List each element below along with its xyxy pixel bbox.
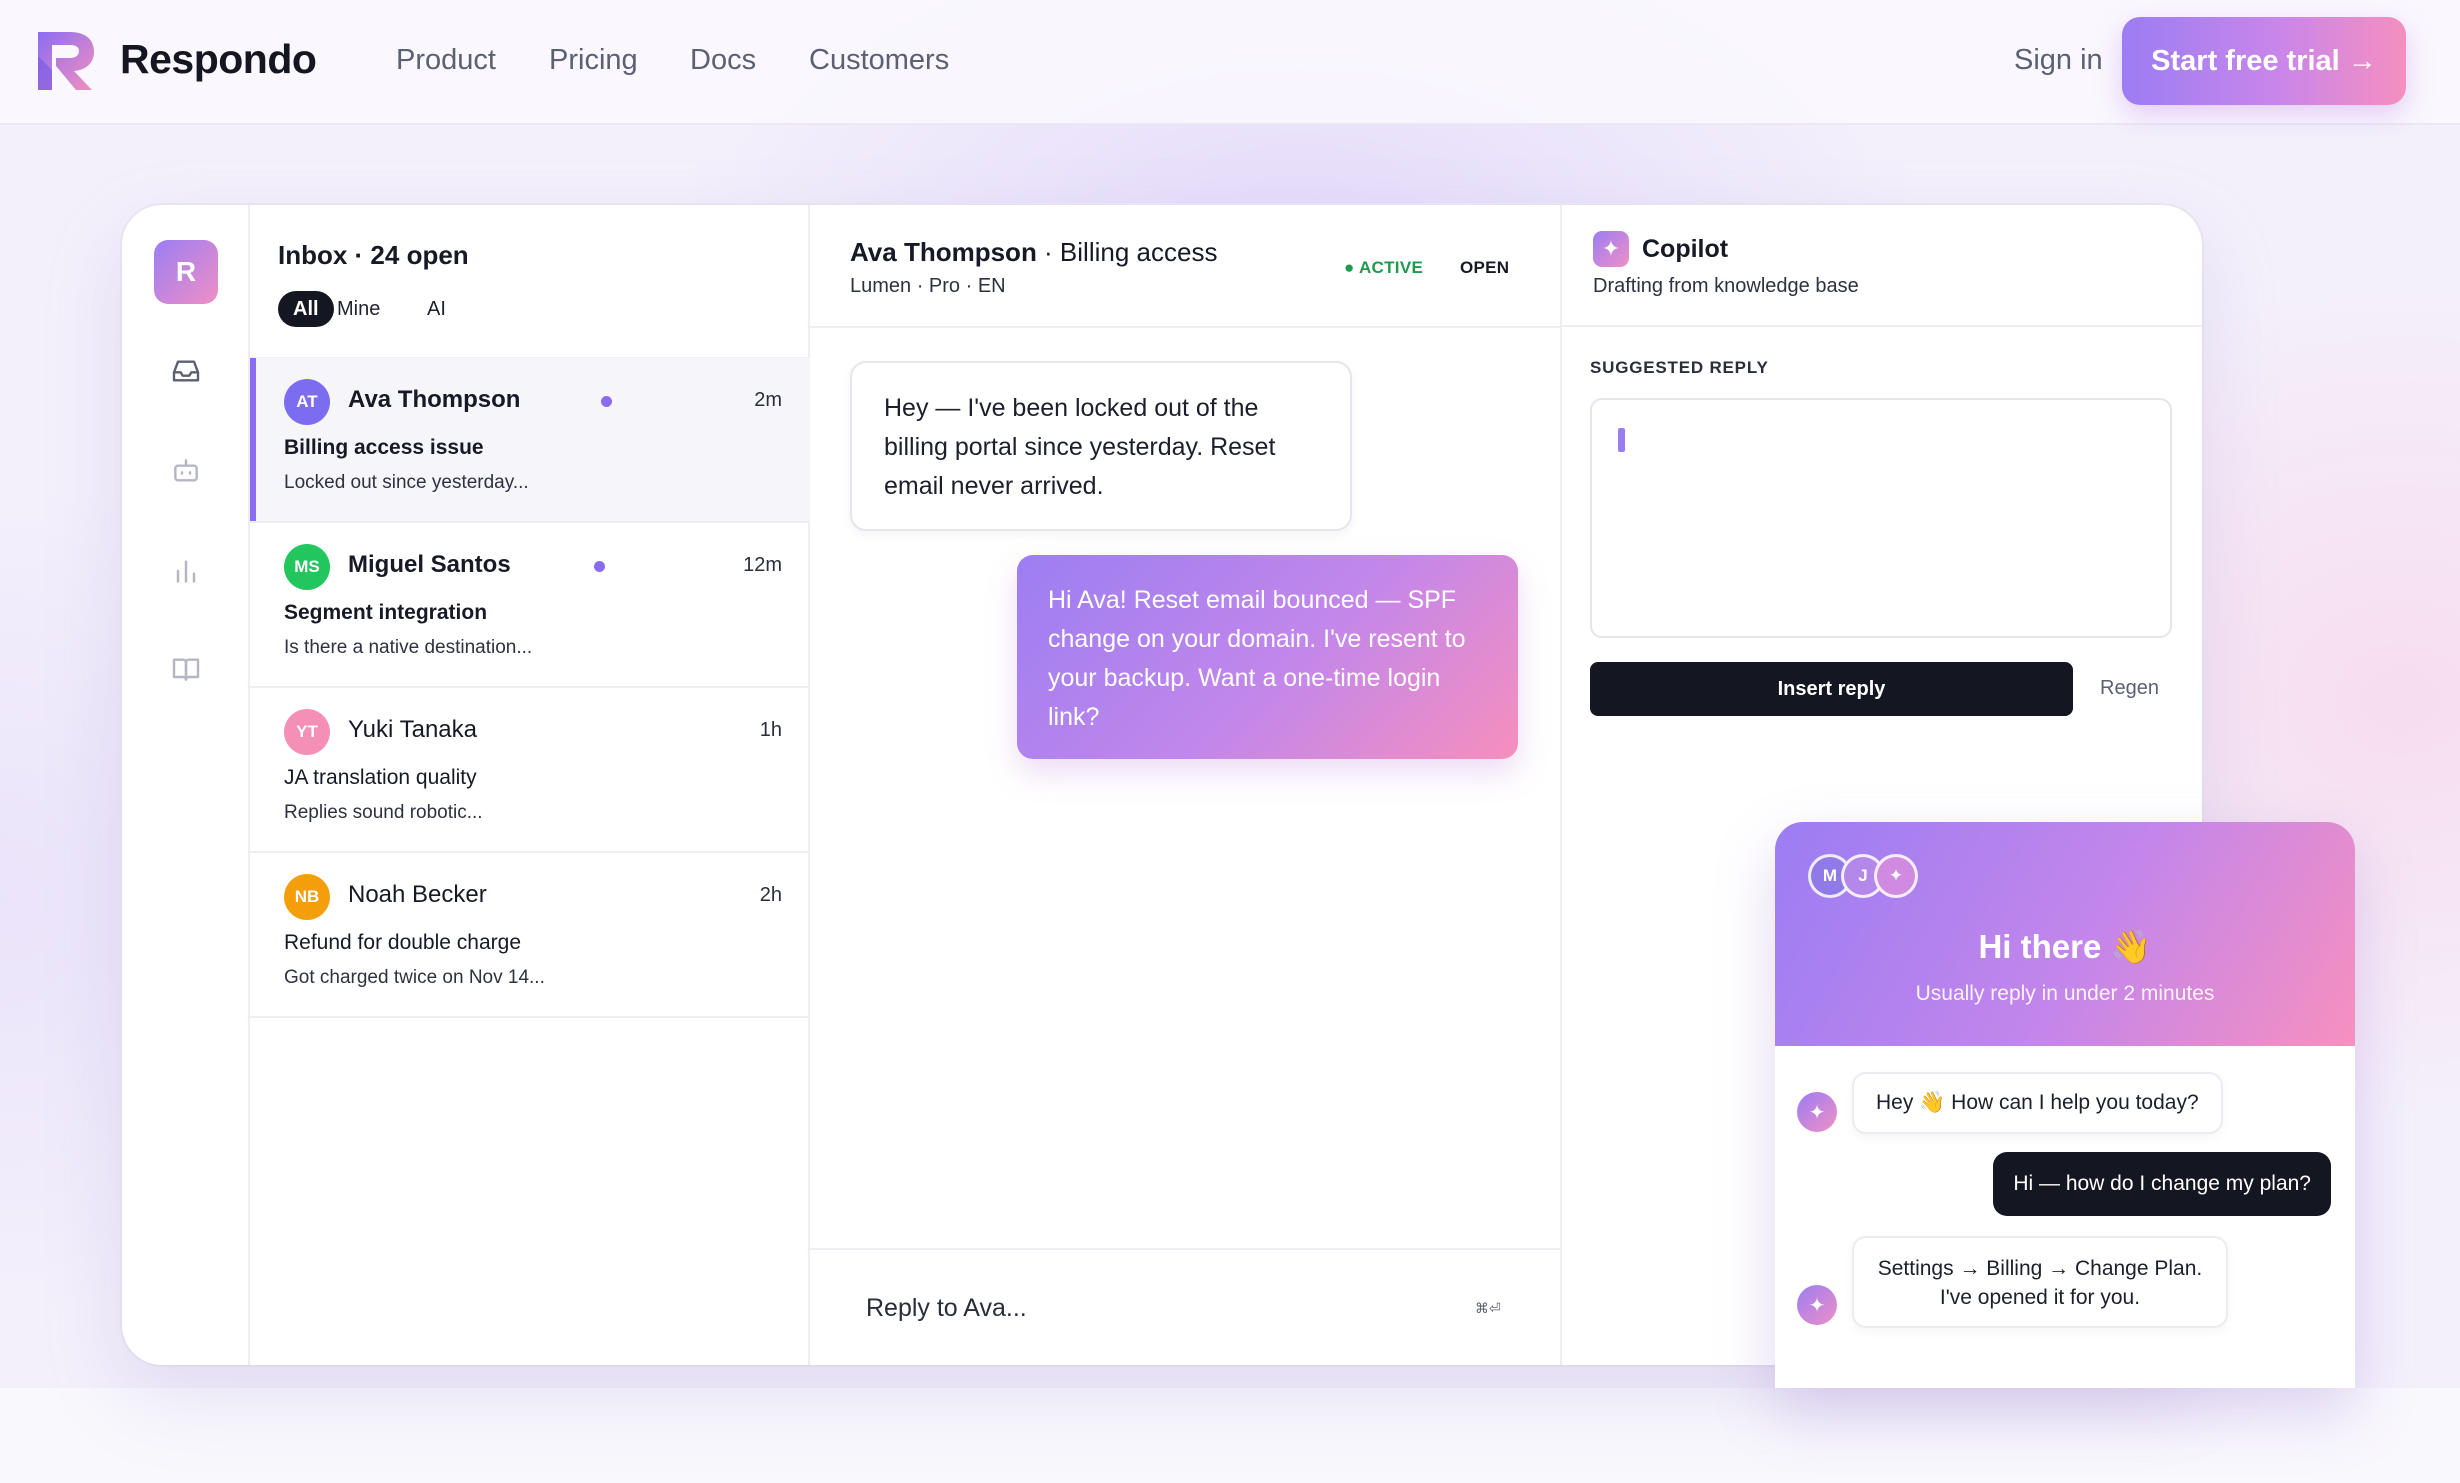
sparkle-icon: ✦ — [1874, 854, 1918, 898]
conversation-item-noah[interactable]: NB Noah Becker 2h Refund for double char… — [250, 853, 810, 1018]
conversation-subject: Segment integration — [284, 601, 488, 624]
thread-meta: Lumen · Pro · EN — [850, 275, 1006, 297]
copilot-header: ✦ Copilot Drafting from knowledge base — [1562, 205, 2202, 327]
sparkle-icon: ✦ — [1797, 1285, 1837, 1325]
suggested-reply-label: SUGGESTED REPLY — [1590, 358, 1769, 377]
status-badge-active: ● ACTIVE — [1344, 258, 1424, 277]
conversation-thread: Ava Thompson · Billing access Lumen · Pr… — [810, 205, 1562, 1365]
unread-indicator — [601, 396, 612, 407]
inbox-panel: Inbox · 24 open All Mine AI AT Ava Thomp… — [250, 205, 810, 1365]
conversation-item-yuki[interactable]: YT Yuki Tanaka 1h JA translation quality… — [250, 688, 810, 853]
avatar: AT — [284, 379, 330, 425]
avatar: NB — [284, 874, 330, 920]
bot-icon[interactable] — [170, 455, 202, 487]
thread-contact: Ava Thompson — [850, 237, 1037, 267]
copilot-title: Copilot — [1642, 235, 1729, 263]
conversation-item-ava[interactable]: AT Ava Thompson 2m Billing access issue … — [250, 358, 810, 523]
conversation-subject: Billing access issue — [284, 436, 484, 459]
book-icon[interactable] — [170, 653, 202, 685]
conversation-preview: Got charged twice on Nov 14... — [284, 967, 545, 988]
sparkle-icon: ✦ — [1797, 1092, 1837, 1132]
brand-logo-icon[interactable] — [34, 26, 102, 94]
unread-indicator — [594, 561, 605, 572]
bot-message: Hey 👋 How can I help you today? — [1852, 1072, 2223, 1134]
top-nav: Respondo Product Pricing Docs Customers … — [0, 0, 2460, 125]
widget-response-time: Usually reply in under 2 minutes — [1915, 982, 2215, 1005]
analytics-icon[interactable] — [170, 555, 202, 587]
timestamp: 2h — [759, 884, 782, 906]
conversation-preview: Locked out since yesterday... — [284, 472, 529, 493]
user-message: Hi — how do I change my plan? — [1993, 1152, 2331, 1216]
regenerate-button[interactable]: Regen — [2100, 677, 2159, 700]
avatar: MS — [284, 544, 330, 590]
sign-in-link[interactable]: Sign in — [2014, 44, 2103, 77]
inbox-title: Inbox · 24 open — [278, 240, 469, 270]
conversation-subject: JA translation quality — [284, 766, 477, 789]
timestamp: 12m — [743, 554, 782, 576]
nav-link-pricing[interactable]: Pricing — [549, 44, 638, 77]
insert-reply-button[interactable]: Insert reply — [1590, 662, 2073, 716]
page-bottom-section — [0, 1388, 2460, 1483]
filter-ai[interactable]: AI — [412, 291, 461, 327]
widget-greeting: Hi there 👋 — [1978, 928, 2152, 965]
timestamp: 2m — [754, 389, 782, 411]
copilot-subtitle: Drafting from knowledge base — [1593, 275, 1859, 297]
brand-name[interactable]: Respondo — [120, 36, 317, 83]
widget-header: M J ✦ Hi there 👋 Usually reply in under … — [1775, 822, 2355, 1046]
contact-name: Noah Becker — [348, 881, 487, 908]
conversation-subject: Refund for double charge — [284, 931, 521, 954]
sparkle-icon: ✦ — [1593, 231, 1629, 267]
avatar: YT — [284, 709, 330, 755]
conversation-preview: Replies sound robotic... — [284, 802, 483, 823]
filter-mine[interactable]: Mine — [322, 291, 395, 327]
chat-widget: M J ✦ Hi there 👋 Usually reply in under … — [1775, 822, 2355, 1388]
conversation-preview: Is there a native destination... — [284, 637, 533, 658]
nav-link-docs[interactable]: Docs — [690, 44, 756, 77]
nav-link-customers[interactable]: Customers — [809, 44, 949, 77]
customer-message: Hey — I've been locked out of the billin… — [850, 361, 1352, 531]
typing-caret — [1618, 428, 1625, 452]
contact-name: Yuki Tanaka — [348, 716, 477, 743]
conversation-item-miguel[interactable]: MS Miguel Santos 12m Segment integration… — [250, 523, 810, 688]
suggested-reply-box[interactable] — [1590, 398, 2172, 638]
bot-message: Settings → Billing → Change Plan. I've o… — [1852, 1236, 2228, 1328]
timestamp: 1h — [759, 719, 782, 741]
thread-header: Ava Thompson · Billing access Lumen · Pr… — [810, 205, 1562, 328]
nav-link-product[interactable]: Product — [396, 44, 496, 77]
thread-title: Ava Thompson · Billing access — [850, 237, 1217, 268]
status-badge-open[interactable]: OPEN — [1460, 258, 1509, 278]
inbox-icon[interactable] — [170, 355, 202, 387]
reply-input[interactable]: Reply to Ava... — [866, 1294, 1027, 1323]
agent-message: Hi Ava! Reset email bounced — SPF change… — [1017, 555, 1518, 759]
reply-composer[interactable]: Reply to Ava... ⌘⏎ — [810, 1248, 1562, 1365]
send-shortcut-hint: ⌘⏎ — [1475, 1300, 1501, 1316]
workspace-logo[interactable]: R — [154, 240, 218, 304]
app-rail: R — [122, 205, 250, 1365]
contact-name: Ava Thompson — [348, 386, 521, 413]
start-free-trial-button[interactable]: Start free trial → — [2122, 17, 2406, 105]
thread-topic: · Billing access — [1036, 237, 1218, 267]
contact-name: Miguel Santos — [348, 551, 511, 578]
